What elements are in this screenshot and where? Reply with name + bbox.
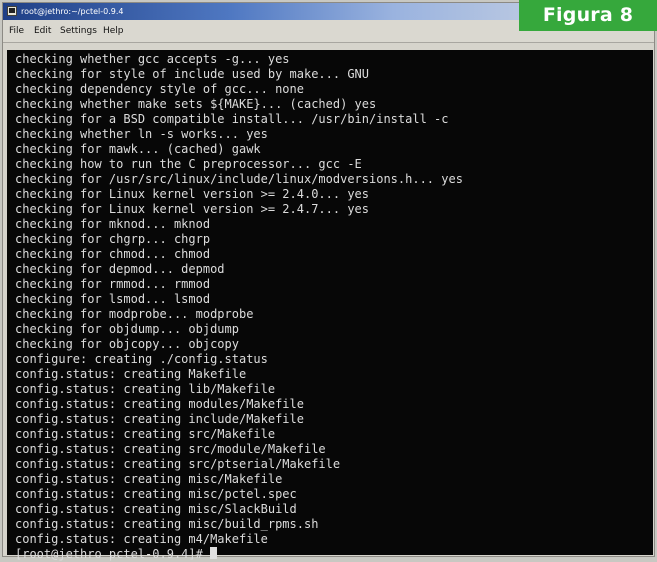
- output-line: checking whether make sets ${MAKE}... (c…: [15, 97, 377, 111]
- output-line: checking for chmod... chmod: [15, 247, 211, 261]
- menu-settings[interactable]: Settings: [60, 25, 97, 37]
- output-line: config.status: creating misc/pctel.spec: [15, 487, 297, 501]
- output-line: checking dependency style of gcc... none: [15, 82, 304, 96]
- output-line: checking whether gcc accepts -g... yes: [15, 52, 290, 66]
- output-line: checking for Linux kernel version >= 2.4…: [15, 202, 370, 216]
- terminal-output[interactable]: checking whether gcc accepts -g... yes c…: [7, 50, 653, 561]
- output-line: checking for objdump... objdump: [15, 322, 239, 336]
- output-line: config.status: creating src/module/Makef…: [15, 442, 326, 456]
- output-line: config.status: creating src/ptserial/Mak…: [15, 457, 341, 471]
- output-line: checking whether ln -s works... yes: [15, 127, 268, 141]
- output-line: config.status: creating modules/Makefile: [15, 397, 304, 411]
- output-line: checking for style of include used by ma…: [15, 67, 370, 81]
- output-line: config.status: creating misc/Makefile: [15, 472, 283, 486]
- menu-edit[interactable]: Edit: [34, 25, 51, 37]
- output-line: checking how to run the C preprocessor..…: [15, 157, 362, 171]
- output-line: configure: creating ./config.status: [15, 352, 268, 366]
- prompt-line[interactable]: [root@jethro pctel-0.9.4]#: [15, 547, 218, 562]
- output-line: config.status: creating include/Makefile: [15, 412, 304, 426]
- menu-file[interactable]: File: [9, 25, 24, 37]
- output-line: checking for chgrp... chgrp: [15, 232, 211, 246]
- output-line: checking for modprobe... modprobe: [15, 307, 254, 321]
- output-line: checking for depmod... depmod: [15, 262, 225, 276]
- terminal-app-icon[interactable]: [7, 6, 17, 16]
- output-line: checking for objcopy... objcopy: [15, 337, 239, 351]
- figure-label: Figura 8: [519, 0, 657, 31]
- text-cursor: [210, 547, 218, 559]
- output-line: checking for mawk... (cached) gawk: [15, 142, 261, 156]
- output-line: config.status: creating Makefile: [15, 367, 247, 381]
- output-line: config.status: creating misc/build_rpms.…: [15, 517, 319, 531]
- output-line: checking for mknod... mknod: [15, 217, 211, 231]
- output-line: config.status: creating lib/Makefile: [15, 382, 276, 396]
- window-title: root@jethro:~/pctel-0.9.4: [21, 7, 124, 16]
- output-line: config.status: creating misc/SlackBuild: [15, 502, 297, 516]
- output-line: checking for /usr/src/linux/include/linu…: [15, 172, 463, 186]
- output-line: checking for a BSD compatible install...…: [15, 112, 449, 126]
- output-line: config.status: creating m4/Makefile: [15, 532, 268, 546]
- output-line: checking for lsmod... lsmod: [15, 292, 211, 306]
- output-line: config.status: creating src/Makefile: [15, 427, 276, 441]
- output-line: checking for rmmod... rmmod: [15, 277, 211, 291]
- menu-help[interactable]: Help: [103, 25, 124, 37]
- output-line: checking for Linux kernel version >= 2.4…: [15, 187, 370, 201]
